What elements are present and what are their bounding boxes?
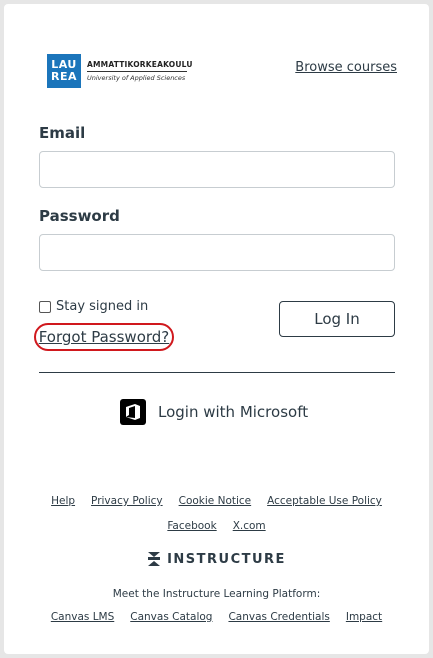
help-link[interactable]: Help: [51, 495, 75, 507]
login-card: LAU REA AMMATTIKORKEAKOULU University of…: [4, 4, 429, 654]
instructure-logo-icon: [148, 552, 161, 566]
facebook-link[interactable]: Facebook: [167, 520, 216, 532]
x-com-link[interactable]: X.com: [233, 520, 266, 532]
canvas-catalog-link[interactable]: Canvas Catalog: [130, 611, 212, 623]
login-with-microsoft-button[interactable]: Login with Microsoft: [120, 399, 308, 425]
acceptable-use-policy-link[interactable]: Acceptable Use Policy: [267, 495, 382, 507]
forgot-password-link[interactable]: Forgot Password?: [39, 328, 170, 346]
impact-link[interactable]: Impact: [346, 611, 382, 623]
canvas-lms-link[interactable]: Canvas LMS: [51, 611, 114, 623]
logo-rule: [87, 71, 187, 72]
logo-mark-line2: REA: [51, 70, 77, 83]
stay-signed-in: Stay signed in: [39, 299, 148, 314]
logo-text: AMMATTIKORKEAKOULU University of Applied…: [87, 60, 193, 82]
email-label: Email: [39, 124, 86, 142]
browse-courses-link[interactable]: Browse courses: [295, 60, 397, 75]
forgot-password-highlight: Forgot Password?: [34, 323, 174, 351]
logo-mark: LAU REA: [47, 54, 81, 88]
school-logo: LAU REA AMMATTIKORKEAKOULU University of…: [47, 52, 197, 90]
office-icon: [120, 399, 146, 425]
platform-links: Canvas LMS Canvas Catalog Canvas Credent…: [4, 611, 429, 623]
canvas-credentials-link[interactable]: Canvas Credentials: [228, 611, 329, 623]
microsoft-label: Login with Microsoft: [158, 403, 309, 421]
divider: [39, 372, 395, 373]
stay-signed-in-checkbox[interactable]: [39, 300, 51, 313]
logo-subtitle: University of Applied Sciences: [87, 74, 186, 82]
instructure-brand: INSTRUCTURE: [4, 551, 429, 567]
email-field[interactable]: [39, 151, 395, 188]
cookie-notice-link[interactable]: Cookie Notice: [179, 495, 252, 507]
logo-name: AMMATTIKORKEAKOULU: [87, 60, 193, 69]
stay-signed-in-label[interactable]: Stay signed in: [56, 299, 148, 314]
instructure-wordmark: INSTRUCTURE: [167, 551, 286, 567]
log-in-button[interactable]: Log In: [279, 301, 395, 337]
footer-links-row1: Help Privacy Policy Cookie Notice Accept…: [4, 495, 429, 507]
password-label: Password: [39, 207, 120, 225]
meet-platform-text: Meet the Instructure Learning Platform:: [112, 588, 321, 600]
privacy-policy-link[interactable]: Privacy Policy: [91, 495, 163, 507]
footer-links-row2: Facebook X.com: [4, 520, 429, 532]
password-field[interactable]: [39, 234, 395, 271]
